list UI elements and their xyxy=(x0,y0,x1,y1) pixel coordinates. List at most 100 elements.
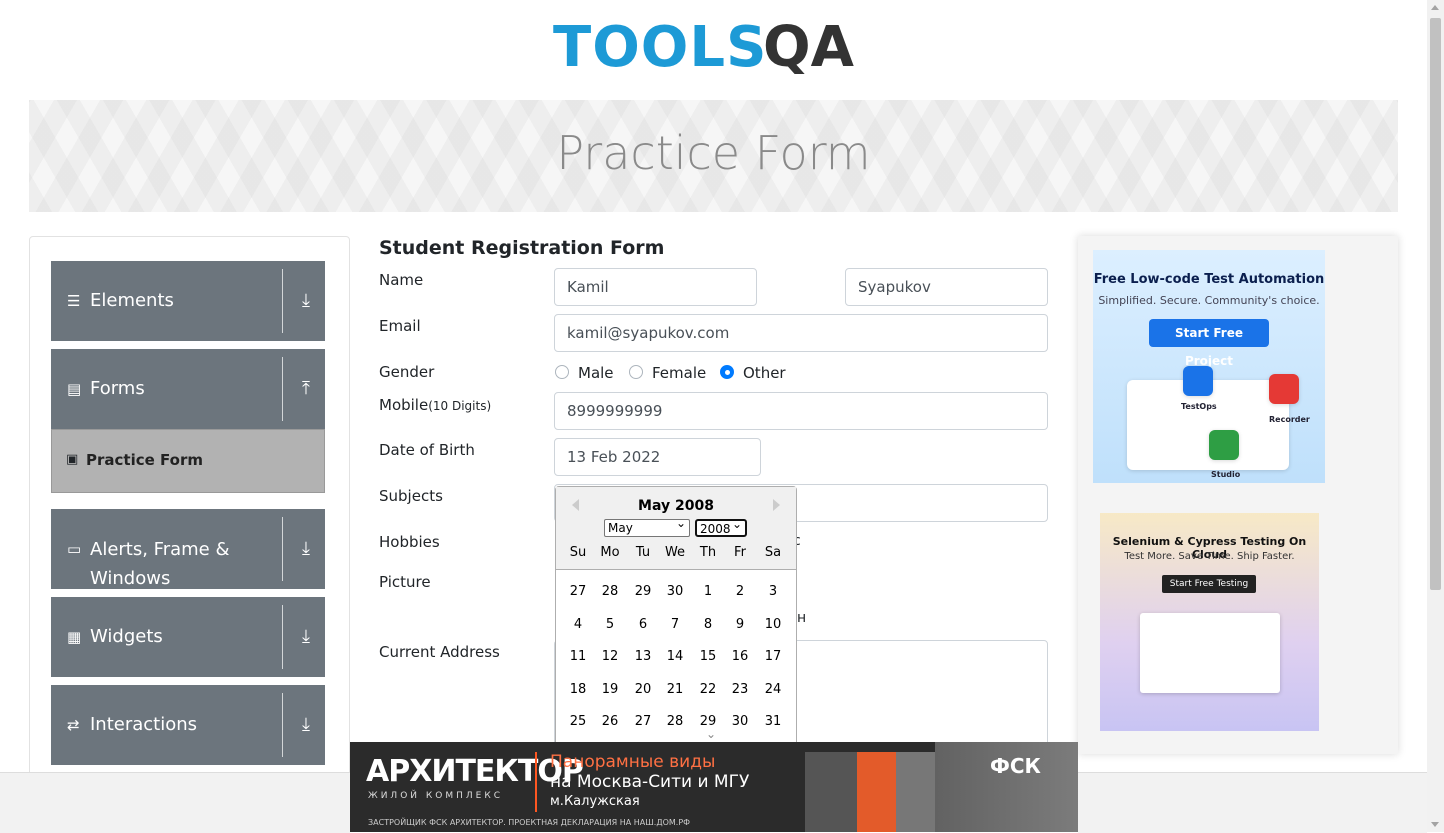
sidebar-group-forms[interactable]: ▤ Forms ⤒ xyxy=(51,349,325,429)
calendar-day[interactable]: 24 xyxy=(757,682,789,697)
calendar-day[interactable]: 12 xyxy=(594,649,626,664)
day-name: Fr xyxy=(734,545,746,560)
calendar-day[interactable]: 18 xyxy=(562,682,594,697)
email-input[interactable]: kamil@syapukov.com xyxy=(554,314,1048,352)
calendar-day[interactable]: 28 xyxy=(594,584,626,599)
calendar-day[interactable]: 15 xyxy=(692,649,724,664)
gender-label: Gender xyxy=(379,363,435,381)
toolsqa-logo[interactable]: TOOLS QA xyxy=(553,16,883,90)
divider xyxy=(282,605,283,669)
ad-line3: м.Калужская xyxy=(550,794,640,809)
calendar-day[interactable]: 19 xyxy=(594,682,626,697)
current-address-label: Current Address xyxy=(379,643,500,661)
calendar-day[interactable]: 14 xyxy=(659,649,691,664)
calendar-day[interactable]: 16 xyxy=(724,649,756,664)
sidebar-group-alerts[interactable]: ▭ Alerts, Frame & Windows ⤓ xyxy=(51,509,325,589)
calendar-day[interactable]: 23 xyxy=(724,682,756,697)
calendar-day[interactable]: 22 xyxy=(692,682,724,697)
day-name: Su xyxy=(569,545,587,560)
calendar-day[interactable]: 10 xyxy=(757,617,789,632)
ad-fsk-logo: ФСК xyxy=(990,754,1041,778)
ad-line2: на Москва-Сити и МГУ xyxy=(550,772,750,792)
calendar-day[interactable]: 31 xyxy=(757,714,789,729)
calendar-day[interactable]: 3 xyxy=(757,584,789,599)
calendar-day[interactable]: 5 xyxy=(594,617,626,632)
day-name: Mo xyxy=(600,545,620,560)
recorder-icon xyxy=(1269,374,1299,404)
ad-divider xyxy=(535,752,537,812)
radio-circle[interactable] xyxy=(555,365,569,379)
swap-icon: ⇄ xyxy=(67,716,80,734)
chevron-down-icon: ⌄ xyxy=(706,727,717,741)
hamburger-icon: ☰ xyxy=(67,292,81,310)
ad-start-free-project-button[interactable]: Start Free Project xyxy=(1149,319,1269,368)
divider xyxy=(282,357,283,421)
page-title: Practice Form xyxy=(556,126,871,180)
sidebar-group-elements[interactable]: ☰ Elements ⤓ xyxy=(51,261,325,341)
scroll-up-icon[interactable] xyxy=(1431,5,1439,10)
sidebar-group-interactions[interactable]: ⇄ Interactions ⤓ xyxy=(51,685,325,765)
document-icon: ▤ xyxy=(67,380,82,398)
scroll-down-icon[interactable] xyxy=(1431,822,1439,827)
calendar-day[interactable]: 1 xyxy=(692,584,724,599)
day-name: Sa xyxy=(764,545,782,560)
calendar-day[interactable]: 27 xyxy=(562,584,594,599)
calendar-day[interactable]: 26 xyxy=(594,714,626,729)
calendar-day[interactable]: 11 xyxy=(562,649,594,664)
calendar-day[interactable]: 13 xyxy=(627,649,659,664)
ad-subtitle: Simplified. Secure. Community's choice. xyxy=(1098,294,1320,307)
datepicker-current-month: May 2008 xyxy=(638,498,714,514)
last-name-input[interactable]: Syapukov xyxy=(845,268,1048,306)
calendar-day[interactable]: 2 xyxy=(724,584,756,599)
ad-katalon[interactable]: Free Low-code Test Automation Simplified… xyxy=(1093,250,1325,483)
calendar-day[interactable]: 30 xyxy=(659,584,691,599)
download-arrow-icon: ⤓ xyxy=(302,714,310,735)
logo-qa-text: QA xyxy=(763,15,854,80)
ad-lambdatest[interactable]: Selenium & Cypress Testing On Cloud Test… xyxy=(1100,513,1319,731)
testops-icon xyxy=(1183,366,1213,396)
mobile-input[interactable]: 8999999999 xyxy=(554,392,1048,430)
first-name-input[interactable]: Kamil xyxy=(554,268,757,306)
calendar-day[interactable]: 20 xyxy=(627,682,659,697)
ad-dashboard-image xyxy=(1140,613,1280,693)
calendar-day[interactable]: 6 xyxy=(627,617,659,632)
footer-bar xyxy=(0,772,350,833)
download-arrow-icon: ⤓ xyxy=(302,538,310,559)
hobbies-label: Hobbies xyxy=(379,533,440,551)
radio-circle-selected[interactable] xyxy=(720,365,734,379)
calendar-day[interactable]: 9 xyxy=(724,617,756,632)
divider xyxy=(282,693,283,757)
ad-subtitle: Test More. Save Time. Ship Faster. xyxy=(1124,551,1295,562)
picture-label: Picture xyxy=(379,573,431,591)
studio-icon xyxy=(1209,430,1239,460)
day-name: We xyxy=(664,545,686,560)
year-select[interactable]: 2008 xyxy=(695,516,747,537)
mobile-hint: (10 Digits) xyxy=(428,399,492,413)
sidebar-group-widgets[interactable]: ▦ Widgets ⤓ xyxy=(51,597,325,677)
bottom-banner-ad[interactable]: АРХИТЕКТОР ЖИЛОЙ КОМПЛЕКС Панорамные вид… xyxy=(350,742,1078,832)
form-title: Student Registration Form xyxy=(379,237,665,259)
calendar-day[interactable]: 7 xyxy=(659,617,691,632)
vertical-scrollbar[interactable] xyxy=(1427,0,1444,832)
calendar-day[interactable]: 30 xyxy=(724,714,756,729)
sidebar-item-practice-form[interactable]: ▣ Practice Form xyxy=(51,429,325,493)
ad-label: Studio xyxy=(1211,470,1241,479)
footer-bar xyxy=(1078,772,1427,833)
dob-input[interactable]: 13 Feb 2022 xyxy=(554,438,761,476)
calendar-day[interactable]: 17 xyxy=(757,649,789,664)
email-label: Email xyxy=(379,317,421,335)
calendar-day[interactable]: 21 xyxy=(659,682,691,697)
calendar-day[interactable]: 28 xyxy=(659,714,691,729)
ad-start-free-testing-button[interactable]: Start Free Testing xyxy=(1162,575,1256,593)
calendar-day[interactable]: 27 xyxy=(627,714,659,729)
calendar-day[interactable]: 25 xyxy=(562,714,594,729)
scrollbar-thumb[interactable] xyxy=(1430,18,1441,590)
html-icon: ▣ xyxy=(66,452,79,467)
calendar-day[interactable]: 4 xyxy=(562,617,594,632)
radio-circle[interactable] xyxy=(629,365,643,379)
divider xyxy=(282,517,283,581)
ad-label: Recorder xyxy=(1269,415,1310,424)
calendar-day[interactable]: 8 xyxy=(692,617,724,632)
calendar-day[interactable]: 29 xyxy=(627,584,659,599)
month-select[interactable]: May xyxy=(604,515,690,537)
